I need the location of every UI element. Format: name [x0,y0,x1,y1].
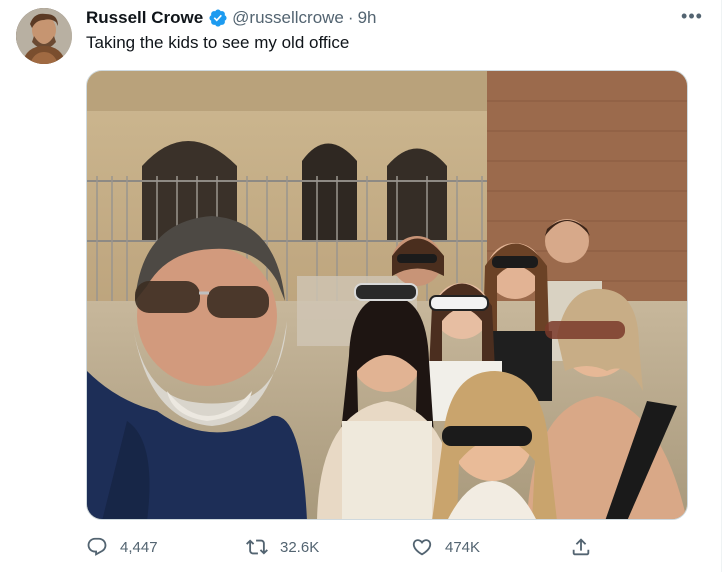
reply-button[interactable]: 4,447 [86,536,158,558]
retweet-count: 32.6K [280,538,320,556]
heart-icon [412,539,432,556]
tweet-actions: 4,447 32.6K 474K [86,530,621,564]
like-count: 474K [445,538,481,556]
tweet-photo[interactable] [86,70,688,520]
separator-dot: · [347,8,354,27]
like-button[interactable]: 474K [411,536,480,558]
reply-count: 4,447 [120,538,158,556]
photo-image [87,71,687,519]
more-options-icon[interactable]: ••• [681,6,703,26]
retweet-icon [246,539,268,555]
tweet-text: Taking the kids to see my old office [86,33,350,52]
timestamp[interactable]: 9h [358,8,377,28]
avatar[interactable] [16,8,72,64]
tweet-card[interactable]: Russell Crowe @russellcrowe · 9h ••• Tak… [0,0,722,572]
display-name[interactable]: Russell Crowe [86,8,203,28]
avatar-image [16,8,72,64]
retweet-button[interactable]: 32.6K [246,536,319,558]
tweet-header: Russell Crowe @russellcrowe · 9h [86,7,705,29]
share-button[interactable] [570,536,592,558]
share-icon [572,538,590,556]
handle[interactable]: @russellcrowe [232,8,344,28]
verified-badge-icon [208,8,228,28]
reply-icon [87,537,107,556]
